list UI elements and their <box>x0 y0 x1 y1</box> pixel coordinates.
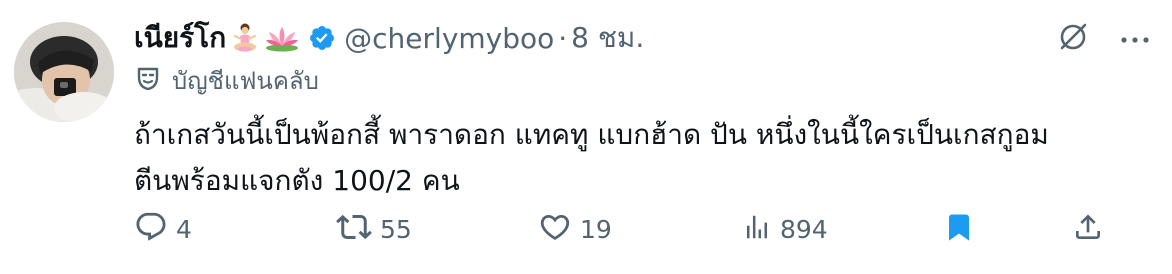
reply-count: 4 <box>176 214 192 244</box>
share-icon <box>1072 210 1104 248</box>
blue-check-badge-icon[interactable] <box>308 24 336 52</box>
fan-account-text: บัญชีแฟนคลับ <box>172 66 319 95</box>
avatar[interactable] <box>14 22 114 122</box>
tweet-text: ถ้าเกสวันนี้เป็นพ้อกสี้ พาราดอก แทคทู แบ… <box>134 112 1154 204</box>
view-count: 894 <box>780 214 828 244</box>
tweet-header: เนียร์โก @cherlymyboo · 8 ชม. <box>134 18 644 58</box>
share-button[interactable] <box>1072 208 1104 250</box>
reply-icon <box>134 210 168 248</box>
more-dots-icon[interactable] <box>1120 30 1150 49</box>
fan-account-mask-icon <box>136 65 162 95</box>
retweet-icon <box>336 209 372 249</box>
reply-button[interactable]: 4 <box>134 208 192 250</box>
views-button[interactable]: 894 <box>742 208 828 250</box>
tweet-top-actions <box>1056 20 1150 58</box>
avatar-photo <box>14 22 114 122</box>
heart-icon <box>538 210 572 248</box>
handle[interactable]: @cherlymyboo <box>344 22 554 55</box>
views-bar-chart-icon <box>742 211 772 247</box>
lotus-emoji <box>264 24 300 52</box>
like-button[interactable]: 19 <box>538 208 612 250</box>
separator-dot: · <box>558 21 568 55</box>
grok-slash-icon[interactable] <box>1056 20 1090 58</box>
bookmark-button[interactable] <box>944 208 974 250</box>
retweet-button[interactable]: 55 <box>336 208 412 250</box>
person-in-lotus-position-emoji <box>232 23 258 53</box>
tweet-card[interactable]: เนียร์โก @cherlymyboo · 8 ชม. บัญชีแฟนคล… <box>0 0 1172 274</box>
tweet-text-line: ตีนพร้อมแจกตัง 100/2 คน <box>134 164 460 197</box>
fan-account-label: บัญชีแฟนคลับ <box>136 64 319 96</box>
retweet-count: 55 <box>380 214 412 244</box>
like-count: 19 <box>580 214 612 244</box>
tweet-text-line: ถ้าเกสวันนี้เป็นพ้อกสี้ พาราดอก แทคทู แบ… <box>134 118 1049 151</box>
display-name[interactable]: เนียร์โก <box>134 16 226 60</box>
timestamp[interactable]: 8 ชม. <box>571 16 644 60</box>
tweet-action-bar: 4 55 19 894 <box>134 208 1114 250</box>
bookmark-filled-icon <box>944 210 974 248</box>
